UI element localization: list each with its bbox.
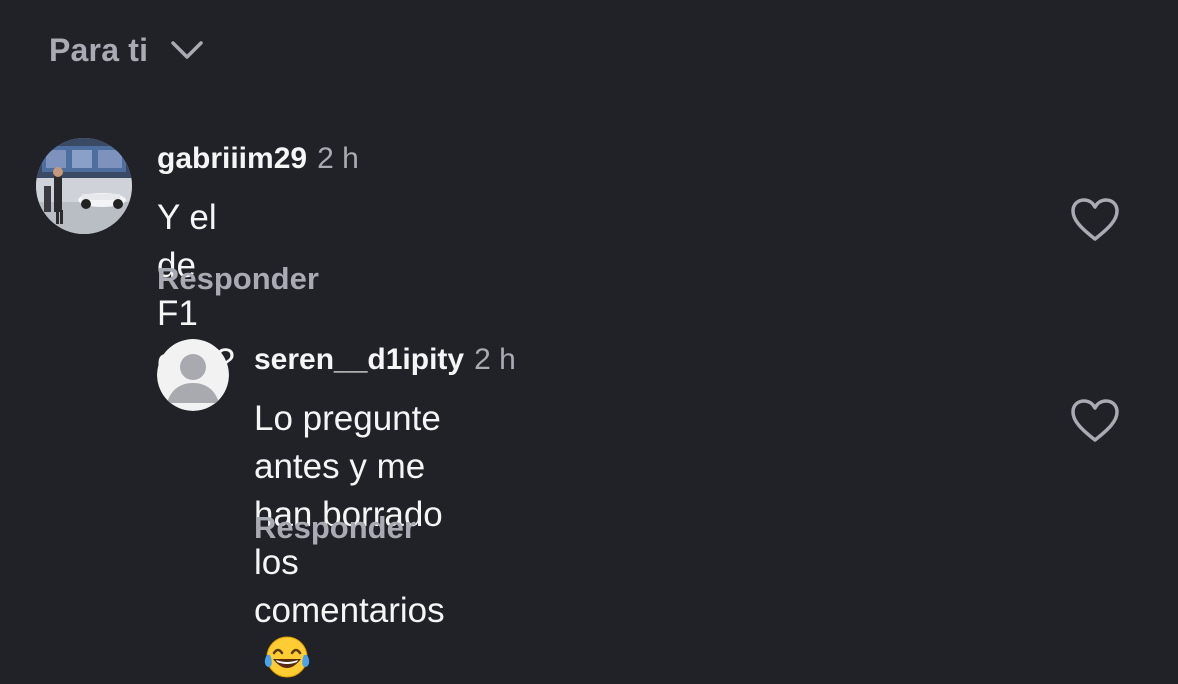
chevron-down-icon: [171, 41, 203, 59]
heart-outline-icon: [1071, 198, 1119, 241]
comment-meta: seren__d1ipity 2 h: [254, 342, 516, 378]
reply-button[interactable]: Responder: [254, 510, 416, 546]
timestamp: 2 h: [474, 343, 516, 376]
user-avatar[interactable]: [157, 339, 229, 411]
sort-label: Para ti: [49, 31, 149, 68]
like-button[interactable]: [1070, 197, 1120, 243]
comment-text-line: los comentarios: [254, 543, 445, 630]
sort-selector[interactable]: Para ti: [49, 28, 204, 72]
comment-text-line-2: los comentarios: [254, 539, 445, 684]
username[interactable]: gabriiim29: [157, 142, 307, 175]
like-button[interactable]: [1070, 398, 1120, 444]
comment-meta: gabriiim29 2 h: [157, 141, 359, 177]
heart-outline-icon: [1071, 399, 1119, 442]
avatar-photo: [36, 138, 132, 234]
laughing-emoji-icon: [264, 636, 310, 678]
user-avatar[interactable]: [36, 138, 132, 234]
username[interactable]: seren__d1ipity: [254, 343, 464, 376]
reply-button[interactable]: Responder: [157, 261, 319, 297]
timestamp: 2 h: [317, 142, 359, 175]
default-avatar-icon: [157, 339, 229, 411]
